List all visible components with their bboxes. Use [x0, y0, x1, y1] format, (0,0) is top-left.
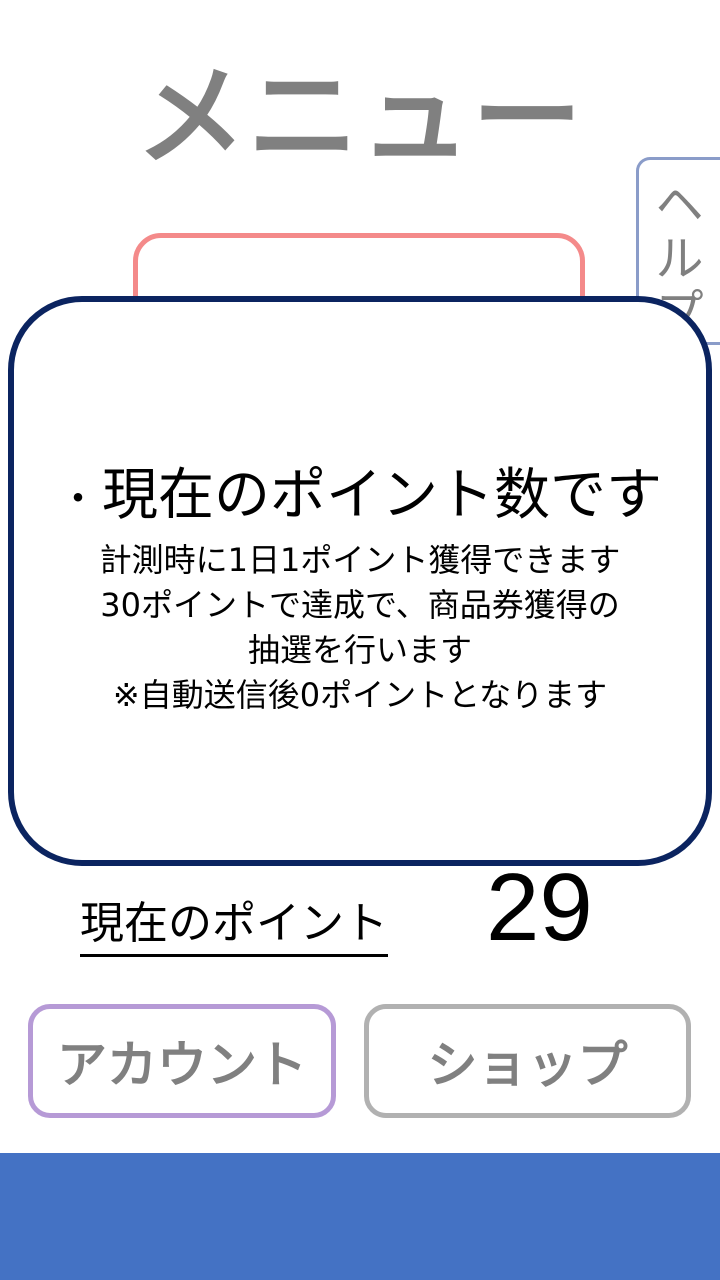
- modal-line: ※自動送信後0ポイントとなります: [112, 676, 608, 714]
- modal-heading: ・現在のポイント数です: [14, 464, 706, 531]
- modal-line: 30ポイントで達成で、商品券獲得の: [100, 586, 620, 624]
- modal-line: 計測時に1日1ポイント獲得できます: [99, 541, 621, 579]
- heading-bullet: ・: [58, 475, 98, 522]
- info-modal[interactable]: ・現在のポイント数です 計測時に1日1ポイント獲得できます 30ポイントで達成で…: [8, 296, 712, 866]
- account-button[interactable]: アカウント: [28, 1004, 336, 1118]
- help-tab-char: ル: [655, 231, 704, 287]
- current-points-label: 現在のポイント: [80, 896, 388, 957]
- bottom-bar: [0, 1153, 720, 1280]
- current-points-value: 29: [486, 854, 593, 961]
- modal-body: 計測時に1日1ポイント獲得できます 30ポイントで達成で、商品券獲得の 抽選を行…: [14, 538, 706, 718]
- modal-line: 抽選を行います: [247, 631, 472, 669]
- modal-heading-text: 現在のポイント数です: [102, 463, 662, 528]
- help-tab-char: ヘ: [655, 177, 704, 233]
- page-title: メニュー: [136, 53, 584, 181]
- shop-button[interactable]: ショップ: [364, 1004, 691, 1118]
